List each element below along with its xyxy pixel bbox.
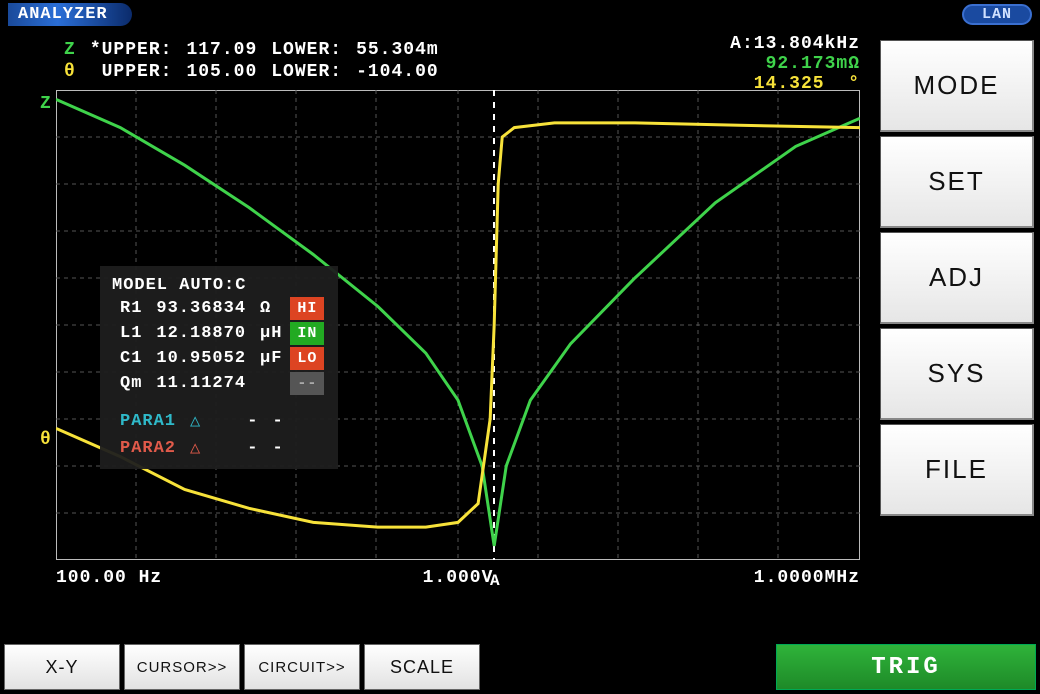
z-symbol: Z xyxy=(58,40,82,60)
x-axis-labels: 100.00 Hz 1.000V 1.0000MHz xyxy=(56,568,860,588)
circuit-button[interactable]: CIRCUIT>> xyxy=(244,644,360,690)
cursor-readout: A:13.804kHz 92.173mΩ 14.325 ° xyxy=(730,34,860,94)
app-title: ANALYZER xyxy=(8,3,132,26)
y-axis-theta-label: θ xyxy=(40,430,51,450)
model-title: MODEL AUTO:C xyxy=(112,276,326,295)
connection-status: LAN xyxy=(962,4,1032,25)
trig-button[interactable]: TRIG xyxy=(776,644,1036,690)
sys-button[interactable]: SYS xyxy=(880,328,1034,420)
adj-button[interactable]: ADJ xyxy=(880,232,1034,324)
y-axis-z-label: Z xyxy=(40,94,51,114)
equiv-circuit-panel: MODEL AUTO:C R193.36834ΩHIL112.18870μHIN… xyxy=(100,266,338,469)
mode-button[interactable]: MODE xyxy=(880,40,1034,132)
limit-readouts: Z *UPPER: 117.09 LOWER: 55.304m θ UPPER:… xyxy=(56,38,447,84)
set-button[interactable]: SET xyxy=(880,136,1034,228)
scale-button[interactable]: SCALE xyxy=(364,644,480,690)
cursor-button[interactable]: CURSOR>> xyxy=(124,644,240,690)
theta-symbol: θ xyxy=(58,62,82,82)
xy-button[interactable]: X-Y xyxy=(4,644,120,690)
file-button[interactable]: FILE xyxy=(880,424,1034,516)
